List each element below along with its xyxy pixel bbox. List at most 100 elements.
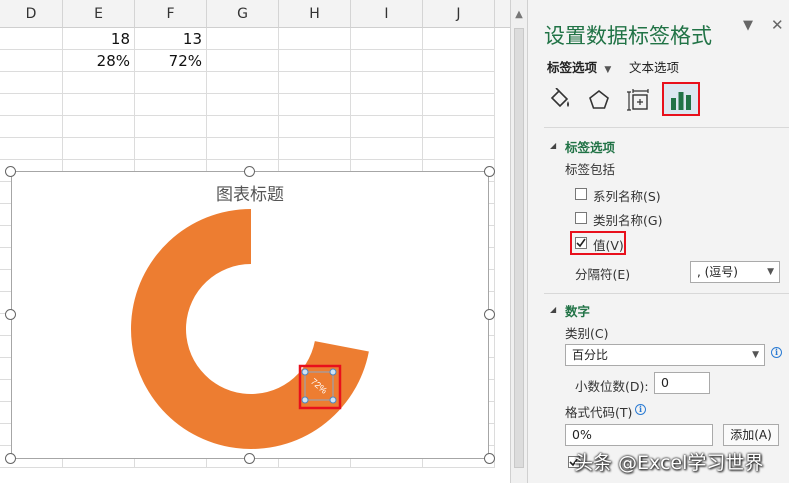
column-header-g[interactable]: G (207, 0, 279, 28)
grid-cell[interactable] (0, 116, 63, 138)
grid-cell[interactable] (0, 72, 63, 94)
grid-cell[interactable] (279, 94, 351, 116)
grid-cell[interactable] (423, 138, 495, 160)
resize-handle[interactable] (5, 309, 16, 320)
close-icon[interactable]: ✕ (771, 16, 784, 34)
grid-cell[interactable] (207, 116, 279, 138)
divider (544, 127, 789, 128)
collapse-caret-icon[interactable]: ◢ (550, 305, 556, 314)
grid-cell[interactable] (207, 94, 279, 116)
grid-cell[interactable] (351, 50, 423, 72)
label-options-icon[interactable] (662, 82, 700, 116)
info-icon[interactable]: i (635, 404, 646, 415)
scroll-up-icon[interactable]: ▲ (512, 8, 526, 22)
grid-cell[interactable] (423, 72, 495, 94)
label-handle[interactable] (301, 368, 309, 376)
resize-handle[interactable] (5, 166, 16, 177)
grid-cell[interactable] (423, 94, 495, 116)
grid-cell[interactable] (279, 116, 351, 138)
resize-handle[interactable] (5, 453, 16, 464)
grid-cell[interactable] (351, 94, 423, 116)
grid-cell[interactable] (423, 116, 495, 138)
column-header-h[interactable]: H (279, 0, 351, 28)
grid-cell[interactable] (279, 50, 351, 72)
grid-cell[interactable] (207, 50, 279, 72)
add-format-button[interactable]: 添加(A) (723, 424, 779, 446)
info-icon[interactable]: i (771, 347, 782, 358)
value-label[interactable]: 值(V) (593, 235, 624, 254)
category-name-checkbox[interactable] (575, 212, 587, 224)
grid-cell[interactable] (135, 72, 207, 94)
grid-cell[interactable]: 72% (135, 50, 207, 72)
section-label-options[interactable]: 标签选项 (565, 137, 615, 156)
decimals-input[interactable]: 0 (654, 372, 710, 394)
label-handle[interactable] (329, 368, 337, 376)
label-handle[interactable] (329, 396, 337, 404)
grid-cell[interactable] (135, 116, 207, 138)
column-header-e[interactable]: E (63, 0, 135, 28)
grid-cell[interactable] (0, 50, 63, 72)
category-name-label[interactable]: 类别名称(G) (593, 210, 662, 229)
grid-cell[interactable] (63, 138, 135, 160)
grid-cell[interactable] (423, 50, 495, 72)
divider (544, 293, 789, 294)
watermark: 头条 @Excel学习世界 (574, 452, 764, 474)
grid-cell[interactable] (279, 28, 351, 50)
vertical-scrollbar[interactable]: ▲ (510, 0, 528, 483)
collapse-caret-icon[interactable]: ◢ (550, 141, 556, 150)
value-checkbox[interactable] (575, 237, 587, 249)
doughnut-segment[interactable] (131, 209, 369, 449)
grid-cell[interactable] (0, 138, 63, 160)
column-header-k[interactable] (495, 0, 510, 28)
grid-cell[interactable]: 28% (63, 50, 135, 72)
chevron-down-icon: ▼ (752, 350, 759, 360)
separator-label: 分隔符(E) (575, 267, 631, 282)
grid-cell[interactable] (279, 72, 351, 94)
grid-cell[interactable] (423, 28, 495, 50)
separator-dropdown[interactable]: , (逗号) ▼ (690, 261, 780, 283)
number-category-dropdown[interactable]: 百分比 ▼ (565, 344, 765, 366)
doughnut-chart[interactable]: 72% (12, 172, 490, 460)
resize-handle[interactable] (484, 309, 495, 320)
resize-handle[interactable] (244, 453, 255, 464)
column-header-d[interactable]: D (0, 0, 63, 28)
scroll-thumb[interactable] (514, 28, 524, 468)
grid-cell[interactable] (207, 72, 279, 94)
size-properties-icon[interactable] (622, 84, 656, 116)
tab-label-options[interactable]: 标签选项 ▼ (547, 57, 611, 76)
series-name-label[interactable]: 系列名称(S) (593, 186, 661, 205)
grid-cell[interactable] (351, 116, 423, 138)
label-handle[interactable] (301, 396, 309, 404)
grid-cell[interactable] (135, 138, 207, 160)
pane-options-icon[interactable]: ▼ (743, 18, 753, 33)
series-name-checkbox[interactable] (575, 188, 587, 200)
grid-cell[interactable] (207, 28, 279, 50)
grid-cell[interactable] (135, 94, 207, 116)
chevron-down-icon: ▼ (767, 267, 774, 277)
grid-cell[interactable] (63, 72, 135, 94)
effects-icon[interactable] (582, 84, 616, 116)
grid-cell[interactable] (351, 138, 423, 160)
grid-cell[interactable] (0, 28, 63, 50)
resize-handle[interactable] (244, 166, 255, 177)
grid-cell[interactable]: 18 (63, 28, 135, 50)
spreadsheet-grid[interactable]: D E F G H I J 18 13 28% 72% 图表标题 72% (0, 0, 510, 483)
grid-cell[interactable]: 13 (135, 28, 207, 50)
grid-cell[interactable] (351, 28, 423, 50)
fill-line-icon[interactable] (543, 84, 577, 116)
column-header-j[interactable]: J (423, 0, 495, 28)
grid-cell[interactable] (279, 138, 351, 160)
format-code-input[interactable]: 0% (565, 424, 713, 446)
resize-handle[interactable] (484, 453, 495, 464)
resize-handle[interactable] (484, 166, 495, 177)
grid-cell[interactable] (63, 116, 135, 138)
grid-cell[interactable] (207, 138, 279, 160)
grid-cell[interactable] (63, 94, 135, 116)
column-header-i[interactable]: I (351, 0, 423, 28)
section-number[interactable]: 数字 (565, 301, 590, 320)
tab-text-options[interactable]: 文本选项 (629, 57, 679, 76)
grid-cell[interactable] (0, 94, 63, 116)
column-header-f[interactable]: F (135, 0, 207, 28)
grid-cell[interactable] (351, 72, 423, 94)
chart-area[interactable]: 图表标题 72% (11, 171, 489, 459)
